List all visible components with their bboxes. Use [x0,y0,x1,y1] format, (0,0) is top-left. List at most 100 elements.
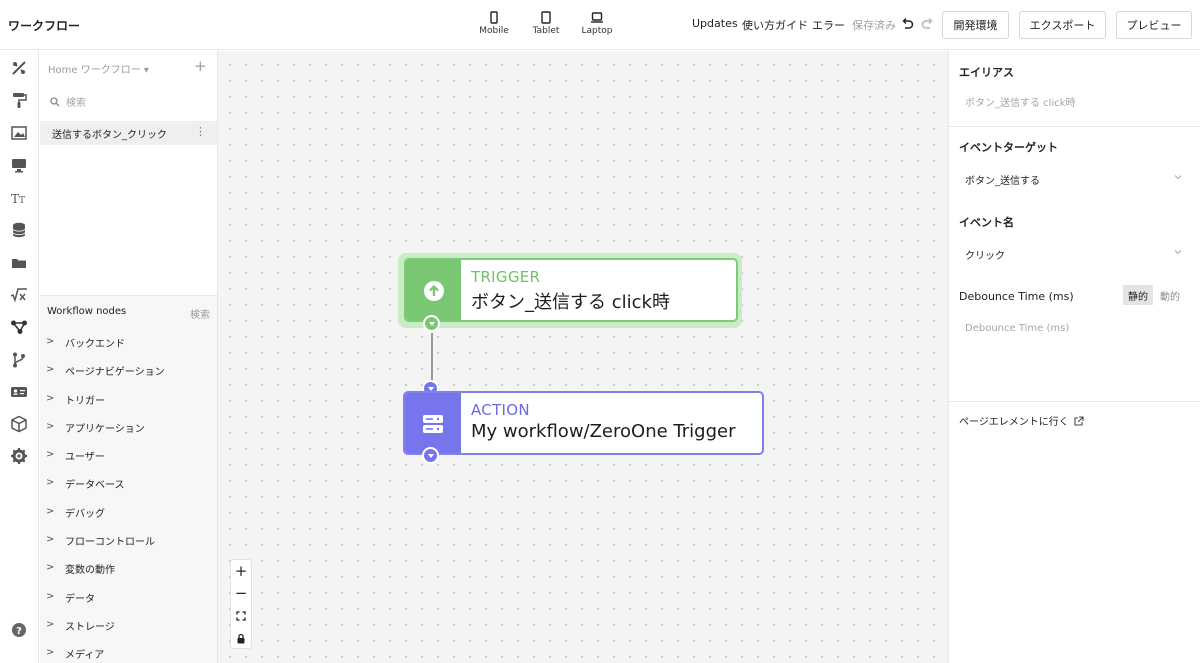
laptop-icon [591,12,603,23]
git-branch-icon[interactable] [10,351,28,369]
workflow-item-label: 送信するボタン_クリック [52,130,167,141]
panel-divider [949,126,1200,127]
action-node-side [405,393,461,453]
redo-icon[interactable] [921,16,935,30]
folder-icon[interactable] [10,254,28,272]
chevron-right-icon: > [46,477,55,488]
device-tablet-button[interactable]: Tablet [521,11,571,36]
tablet-icon [541,11,551,24]
node-category-label: データ [65,594,95,605]
node-category-label: 変数の動作 [65,565,115,576]
workflow-search-input[interactable] [66,95,196,111]
settings-icon[interactable] [10,447,28,465]
node-category-label: トリガー [65,396,105,407]
event-target-label: イベントターゲット [959,141,1058,154]
chevron-right-icon: > [46,336,55,347]
typography-icon[interactable]: TT [10,189,28,207]
node-category[interactable]: > フローコントロール [46,530,211,550]
node-category[interactable]: > ユーザー [46,445,211,465]
trigger-node-name: ボタン_送信する click時 [471,292,670,313]
node-category-label: ユーザー [65,452,105,463]
image-frame-icon[interactable] [10,124,28,142]
workflow-edge [431,333,433,383]
chevron-right-icon: > [46,364,55,375]
event-name-label: イベント名 [959,216,1014,229]
chevron-right-icon: > [46,591,55,602]
more-vertical-icon[interactable]: ⋮ [195,125,206,138]
workflow-icon[interactable] [10,318,28,336]
node-category[interactable]: > ページナビゲーション [46,360,211,380]
page-title: ワークフロー [8,19,81,33]
workflow-search [50,95,200,111]
node-category[interactable]: > ストレージ [46,615,211,635]
undo-icon[interactable] [900,16,914,30]
package-icon[interactable] [10,415,28,433]
event-name-value: クリック [965,251,1005,262]
errors-link[interactable]: エラー [812,17,845,33]
id-card-icon[interactable] [10,383,28,401]
monitor-icon[interactable] [10,156,28,174]
panel-divider [949,401,1200,402]
tools-icon[interactable] [10,59,28,77]
node-category[interactable]: > トリガー [46,389,211,409]
action-output-handle[interactable] [422,447,439,464]
nodes-search-button[interactable]: 検索 [190,306,210,321]
properties-panel: エイリアス イベントターゲット ボタン_送信する イベント名 クリック Debo… [948,51,1200,663]
add-workflow-button[interactable]: + [194,59,207,74]
node-category[interactable]: > データ [46,587,211,607]
node-category[interactable]: > アプリケーション [46,417,211,437]
trigger-node[interactable]: TRIGGER ボタン_送信する click時 [404,258,738,322]
zoom-controls: + − [230,559,252,649]
workflow-page-dropdown[interactable]: Home ワークフロー ▾ [48,61,149,76]
action-node-kind: ACTION [471,401,530,419]
zoom-in-button[interactable]: + [231,560,251,582]
static-toggle[interactable]: 静的 [1123,285,1153,305]
mobile-icon [490,11,498,24]
node-category[interactable]: > 変数の動作 [46,558,211,578]
dev-env-button[interactable]: 開発環境 [942,11,1009,39]
node-category[interactable]: > メディア [46,643,211,663]
debounce-input[interactable] [959,316,1189,340]
workflow-list-item[interactable]: 送信するボタン_クリック ⋮ [40,121,217,145]
chevron-right-icon: > [46,647,55,658]
event-name-select[interactable]: クリック [959,241,1189,265]
help-icon[interactable]: ? [10,621,28,639]
zoom-out-button[interactable]: − [231,582,251,604]
device-laptop-button[interactable]: Laptop [572,11,622,36]
node-category[interactable]: > データベース [46,473,211,493]
device-mobile-label: Mobile [479,26,509,36]
alias-label: エイリアス [959,66,1014,79]
updates-link[interactable]: Updates [692,17,738,30]
saved-status: 保存済み [852,19,896,32]
chevron-down-icon [1174,250,1182,255]
top-bar: ワークフロー Mobile Tablet Laptop Updates 使い方ガ… [0,0,1200,50]
external-link-icon [1074,416,1084,426]
node-category[interactable]: > デバッグ [46,502,211,522]
chevron-right-icon: > [46,393,55,404]
action-node[interactable]: ACTION My workflow/ZeroOne Trigger [403,391,764,455]
node-category-label: フローコントロール [65,537,155,548]
formula-icon[interactable] [10,286,28,304]
guide-link[interactable]: 使い方ガイド [742,17,808,33]
paint-roller-icon[interactable] [10,91,28,109]
dynamic-toggle[interactable]: 動的 [1155,285,1185,305]
device-laptop-label: Laptop [581,26,613,36]
event-target-value: ボタン_送信する [965,176,1040,187]
chevron-right-icon: > [46,506,55,517]
preview-button[interactable]: プレビュー [1116,11,1192,39]
export-button[interactable]: エクスポート [1019,11,1106,39]
workflow-canvas[interactable]: TRIGGER ボタン_送信する click時 ACTION My workfl… [218,51,948,663]
goto-element-link[interactable]: ページエレメントに行く [959,413,1084,428]
node-category[interactable]: > バックエンド [46,332,211,352]
node-category-label: アプリケーション [65,424,145,435]
device-mobile-button[interactable]: Mobile [469,11,519,36]
event-target-select[interactable]: ボタン_送信する [959,166,1189,190]
action-node-name: My workflow/ZeroOne Trigger [471,421,736,442]
workflow-sidebar: Home ワークフロー ▾ + 送信するボタン_クリック ⋮ Workflow … [40,51,218,663]
alias-input[interactable] [959,91,1189,115]
database-icon[interactable] [10,221,28,239]
node-category-label: ストレージ [65,622,115,633]
fit-view-icon[interactable] [231,605,251,627]
lock-icon[interactable] [231,627,251,649]
trigger-output-handle[interactable] [423,315,440,332]
